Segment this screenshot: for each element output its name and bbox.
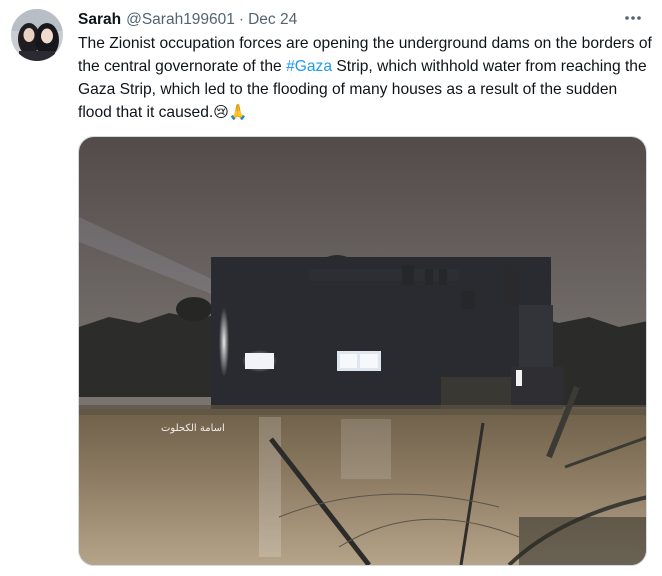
tweet-date[interactable]: Dec 24 (248, 11, 297, 29)
folded-hands-emoji: 🙏 (228, 103, 248, 121)
tweet: Sarah @Sarah199601 · Dec 24 The Zionist … (0, 0, 662, 576)
photo-watermark: اسامة الكحلوت (161, 423, 225, 434)
crying-face-emoji: 😢 (213, 103, 229, 121)
tweet-media-image[interactable]: اسامة الكحلوت (78, 136, 647, 566)
author-name[interactable]: Sarah (78, 11, 121, 29)
avatar[interactable] (11, 9, 63, 61)
hashtag-link[interactable]: #Gaza (286, 58, 332, 75)
avatar-image (11, 9, 63, 61)
tweet-header: Sarah @Sarah199601 · Dec 24 (78, 10, 297, 30)
author-handle[interactable]: @Sarah199601 (126, 11, 235, 29)
separator: · (238, 11, 245, 28)
more-horizontal-icon (625, 16, 641, 20)
flood-photo (79, 137, 646, 565)
more-options-button[interactable] (620, 8, 646, 28)
tweet-text: The Zionist occupation forces are openin… (78, 32, 653, 124)
